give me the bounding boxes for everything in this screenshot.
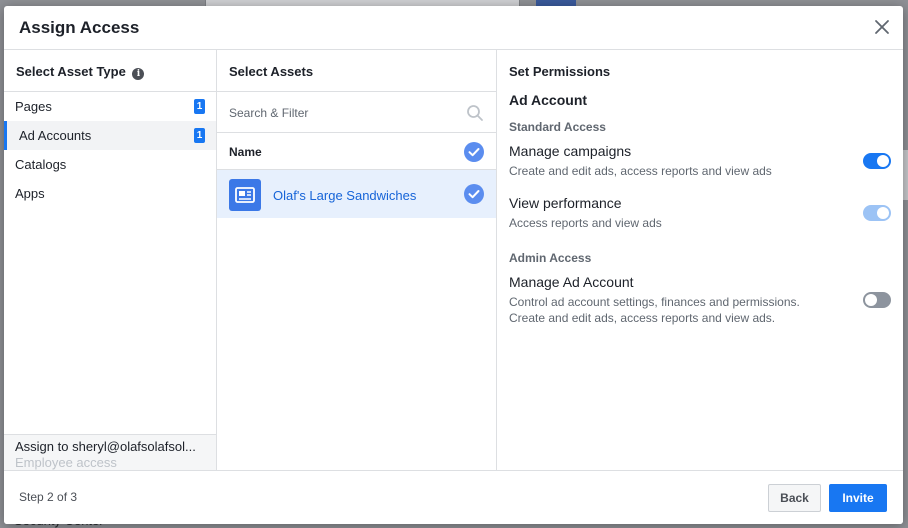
asset-type-label: Apps [15, 186, 45, 201]
checkmark-icon [468, 148, 480, 157]
assets-header: Select Assets [217, 50, 496, 92]
search-row [217, 92, 496, 133]
admin-access-heading: Admin Access [509, 251, 592, 265]
back-button[interactable]: Back [768, 484, 821, 512]
assign-access-dialog: Assign Access Select Asset Type i Pages … [4, 6, 903, 524]
asset-type-ad-accounts[interactable]: Ad Accounts 1 [4, 121, 216, 150]
permission-description-line: Create and edit ads, access reports and … [509, 311, 776, 325]
standard-access-heading: Standard Access [509, 120, 606, 134]
name-header-row: Name [217, 133, 496, 170]
permissions-header: Set Permissions [509, 64, 611, 79]
permission-description: Control ad account settings, finances an… [509, 294, 903, 326]
count-badge: 1 [194, 128, 205, 143]
asset-checkbox[interactable] [464, 184, 484, 204]
asset-row[interactable]: Olaf's Large Sandwiches [217, 170, 496, 218]
dialog-header: Assign Access [4, 6, 903, 50]
dialog-footer: Step 2 of 3 Back Invite [4, 470, 903, 524]
toggle-knob [865, 294, 877, 306]
toggle-knob [877, 207, 889, 219]
info-icon[interactable]: i [132, 68, 145, 80]
asset-type-label: Catalogs [15, 157, 67, 172]
asset-type-pages[interactable]: Pages 1 [4, 92, 216, 121]
background-page-edge [903, 150, 908, 200]
ad-account-icon [229, 179, 261, 211]
permission-description: Create and edit ads, access reports and … [509, 164, 772, 178]
permission-title: View performance [509, 195, 622, 211]
manage-ad-account-toggle[interactable] [863, 292, 891, 308]
asset-type-label: Ad Accounts [19, 128, 92, 143]
asset-type-column: Select Asset Type i Pages 1 Ad Accounts … [4, 50, 217, 470]
assign-target: Assign to sheryl@olafsolafsol... [15, 439, 196, 454]
search-input[interactable] [229, 103, 449, 123]
asset-type-header-label: Select Asset Type [16, 64, 126, 79]
permission-title: Manage Ad Account [509, 274, 634, 290]
permission-description-line: Control ad account settings, finances an… [509, 295, 800, 309]
asset-type-header: Select Asset Type i [4, 50, 216, 92]
permissions-column: Set Permissions Ad Account Standard Acce… [497, 50, 903, 470]
close-button[interactable] [871, 16, 893, 38]
view-performance-toggle[interactable] [863, 205, 891, 221]
permission-object-title: Ad Account [509, 92, 588, 108]
permission-title: Manage campaigns [509, 143, 632, 159]
permissions-section: Ad Account Standard Access Manage campai… [497, 92, 903, 326]
manage-campaigns-toggle[interactable] [863, 153, 891, 169]
name-header-label: Name [229, 145, 262, 159]
assign-summary: Assign to sheryl@olafsolafsol... Employe… [4, 434, 216, 470]
asset-type-catalogs[interactable]: Catalogs [4, 150, 216, 179]
select-all-checkbox[interactable] [464, 142, 484, 162]
permission-manage-ad-account: Manage Ad Account Control ad account set… [509, 274, 903, 326]
permission-view-performance: View performance Access reports and view… [509, 195, 903, 231]
asset-name: Olaf's Large Sandwiches [273, 188, 417, 203]
invite-button[interactable]: Invite [829, 484, 887, 512]
assign-role: Employee access [15, 455, 117, 470]
asset-type-apps[interactable]: Apps [4, 179, 216, 208]
checkmark-icon [468, 190, 480, 199]
close-icon [875, 20, 889, 34]
assets-column: Select Assets Name [217, 50, 497, 470]
permission-description: Access reports and view ads [509, 216, 662, 230]
search-icon[interactable] [466, 104, 484, 122]
asset-type-label: Pages [15, 99, 52, 114]
dialog-title: Assign Access [19, 18, 140, 37]
step-indicator: Step 2 of 3 [19, 490, 78, 504]
count-badge: 1 [194, 99, 205, 114]
toggle-knob [877, 155, 889, 167]
permission-manage-campaigns: Manage campaigns Create and edit ads, ac… [509, 143, 903, 179]
